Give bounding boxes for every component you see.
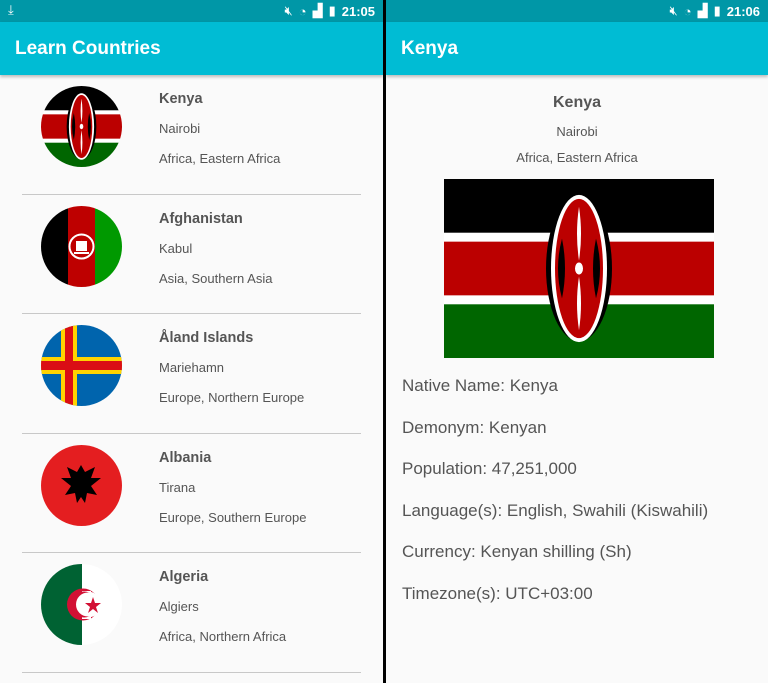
list-item[interactable]: Algeria Algiers Africa, Northern Africa	[0, 553, 383, 673]
languages: Language(s): English, Swahili (Kiswahili…	[402, 500, 709, 520]
wifi-icon: ◔	[298, 3, 307, 19]
country-capital: Kabul	[159, 240, 193, 256]
list-item[interactable]: Kenya Nairobi Africa, Eastern Africa	[0, 75, 383, 195]
country-capital: Algiers	[159, 599, 199, 614]
download-icon: ⤓	[8, 2, 14, 17]
divider	[22, 671, 361, 673]
signal-icon: ▟	[697, 3, 708, 18]
country-list-screen: ⤓ 🔇︎ ◔ ▟ ▮ 21:05 Learn Countries Kenya N…	[0, 0, 383, 683]
kenya-flag-icon	[41, 86, 122, 167]
list-item[interactable]: Afghanistan Kabul Asia, Southern Asia	[0, 195, 383, 314]
country-name: Algeria	[159, 569, 209, 585]
detail-country-name: Kenya	[552, 94, 602, 111]
status-time: 21:05	[341, 3, 375, 19]
status-bar: ⤓ 🔇︎ ◔ ▟ ▮ 21:05	[0, 0, 383, 22]
wifi-icon: ◔	[683, 3, 692, 19]
country-region: Europe, Northern Europe	[159, 390, 305, 405]
country-region: Asia, Southern Asia	[159, 270, 273, 286]
country-capital: Tirana	[159, 479, 196, 495]
battery-icon: ▮	[328, 3, 336, 18]
detail-region: Africa, Eastern Africa	[516, 150, 638, 165]
app-title: Learn Countries	[15, 38, 161, 59]
list-item[interactable]: Albania Tirana Europe, Southern Europe	[0, 434, 383, 553]
country-detail-screen: 🔇︎ ◔ ▟ ▮ 21:06 Kenya Kenya Nairobi Afric…	[386, 0, 768, 683]
kenya-flag-image	[444, 179, 714, 358]
country-list: Kenya Nairobi Africa, Eastern Africa Afg…	[0, 75, 383, 683]
country-info: Native Name: Kenya Demonym: Kenyan Popul…	[402, 376, 764, 626]
country-region: Africa, Eastern Africa	[159, 151, 281, 166]
list-item[interactable]: Åland Islands Mariehamn Europe, Northern…	[0, 314, 383, 434]
population: Population: 47,251,000	[402, 459, 577, 479]
timezones: Timezone(s): UTC+03:00	[402, 583, 593, 603]
algeria-flag-icon	[41, 564, 122, 645]
afghanistan-flag-icon	[41, 205, 122, 287]
native-name: Native Name: Kenya	[402, 376, 558, 395]
detail-capital: Nairobi	[556, 124, 598, 139]
country-capital: Nairobi	[159, 121, 201, 136]
country-region: Africa, Northern Africa	[159, 629, 287, 644]
country-region: Europe, Southern Europe	[159, 509, 307, 525]
app-bar: Learn Countries	[0, 22, 383, 75]
mute-icon: 🔇︎	[669, 3, 678, 18]
app-bar: Kenya	[386, 22, 768, 75]
status-bar: 🔇︎ ◔ ▟ ▮ 21:06	[386, 0, 768, 22]
country-name: Afghanistan	[159, 210, 243, 227]
detail-header: Kenya Nairobi Africa, Eastern Africa	[386, 94, 768, 165]
mute-icon: 🔇︎	[284, 3, 293, 18]
app-title: Kenya	[401, 38, 459, 59]
country-name: Kenya	[159, 91, 203, 107]
signal-icon: ▟	[312, 3, 323, 18]
status-time: 21:06	[726, 3, 760, 19]
battery-icon: ▮	[713, 3, 721, 18]
country-capital: Mariehamn	[159, 360, 225, 375]
country-name: Åland Islands	[159, 330, 254, 346]
currency: Currency: Kenyan shilling (Sh)	[402, 542, 632, 562]
country-name: Albania	[159, 449, 212, 466]
aland-flag-icon	[41, 325, 122, 406]
demonym: Demonym: Kenyan	[402, 417, 547, 437]
albania-flag-icon	[41, 444, 122, 526]
